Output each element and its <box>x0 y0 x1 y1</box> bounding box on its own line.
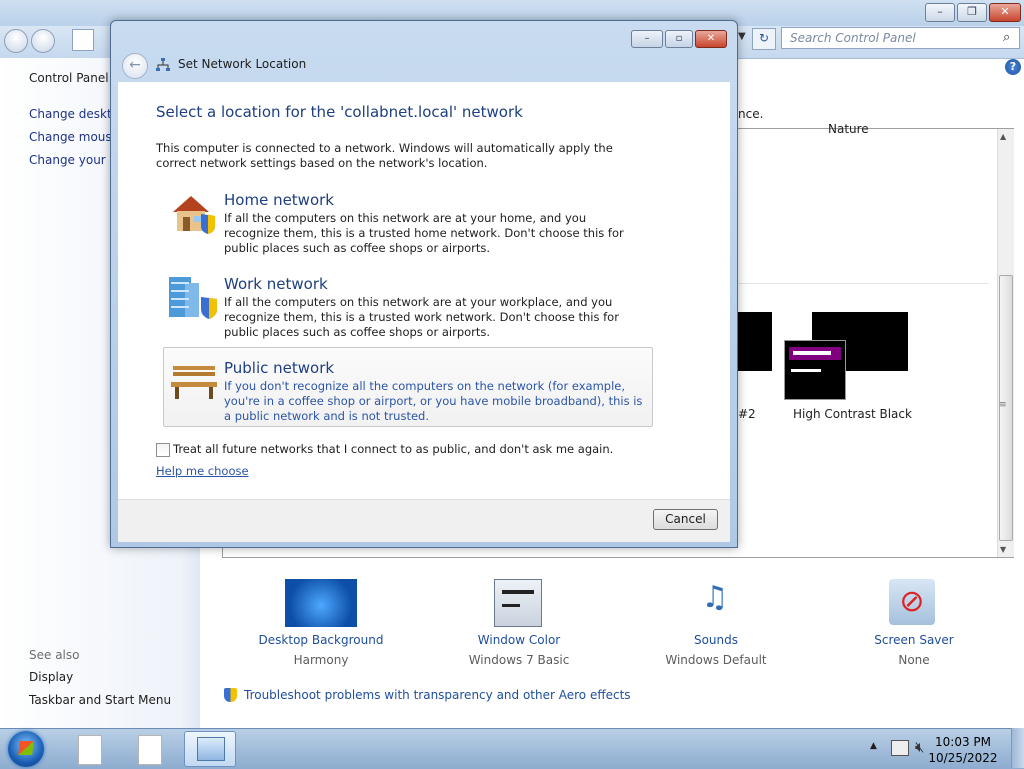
control-panel-icon <box>197 737 225 761</box>
refresh-icon[interactable]: ↻ <box>752 28 776 50</box>
window-color-preview <box>784 340 846 400</box>
title-bar-swatch <box>789 347 841 360</box>
start-button[interactable] <box>8 731 44 767</box>
cancel-button[interactable]: Cancel <box>653 509 718 530</box>
treat-as-public-checkbox[interactable] <box>156 443 170 457</box>
theme-label-2[interactable]: #2 <box>738 407 756 421</box>
divider <box>738 283 988 284</box>
forward-nav-button[interactable] <box>31 29 55 53</box>
scroll-down-icon[interactable]: ▼ <box>1000 545 1006 554</box>
work-network-icon <box>169 277 217 319</box>
theme-thumbnail-high-contrast-2[interactable] <box>738 312 772 371</box>
screen-saver-label[interactable]: Screen Saver <box>839 633 989 647</box>
help-me-choose-link[interactable]: Help me choose <box>156 464 249 478</box>
work-network-description[interactable]: If all the computers on this network are… <box>224 295 644 340</box>
bottom-item-sounds[interactable]: Sounds Windows Default <box>641 633 791 667</box>
screen-saver-icon[interactable]: ⊘ <box>889 579 935 625</box>
theme-label-high-contrast-black[interactable]: High Contrast Black <box>793 407 912 421</box>
sidebar-link-change-mouse[interactable]: Change mouse <box>29 130 119 144</box>
windows-logo-icon <box>18 741 34 755</box>
volume-icon[interactable]: 🔇︎ <box>915 738 924 756</box>
text-swatch <box>791 369 821 372</box>
window-color-icon[interactable] <box>494 579 542 627</box>
shield-icon <box>224 688 237 702</box>
home-network-title[interactable]: Home network <box>224 191 334 209</box>
home-network-icon <box>173 196 215 234</box>
show-desktop-button[interactable] <box>1011 728 1024 768</box>
scroll-up-icon[interactable]: ▲ <box>1000 132 1006 141</box>
theme-label-nature[interactable]: Nature <box>828 122 869 136</box>
address-monitor-icon <box>72 29 94 51</box>
bottom-item-desktop-background[interactable]: Desktop Background Harmony <box>246 633 396 667</box>
desktop-background-value: Harmony <box>293 653 349 667</box>
document-icon <box>78 735 102 765</box>
sounds-label[interactable]: Sounds <box>641 633 791 647</box>
dialog-back-button[interactable]: ← <box>122 53 148 79</box>
clock-time: 10:03 PM <box>935 735 991 749</box>
public-network-title[interactable]: Public network <box>224 359 334 377</box>
treat-as-public-label[interactable]: Treat all future networks that I connect… <box>173 442 613 456</box>
dialog-maximize-button[interactable]: ▫ <box>665 30 693 48</box>
sidebar-link-display[interactable]: Display <box>29 670 73 684</box>
partial-text: nce. <box>738 107 764 121</box>
public-network-description[interactable]: If you don't recognize all the computers… <box>224 379 644 424</box>
document-icon <box>138 735 162 765</box>
sidebar-link-control-panel-home[interactable]: Control Panel H <box>29 71 121 85</box>
troubleshoot-link[interactable]: Troubleshoot problems with transparency … <box>244 688 631 702</box>
network-icon[interactable] <box>891 740 909 756</box>
home-network-description[interactable]: If all the computers on this network are… <box>224 211 644 256</box>
desktop-background-label[interactable]: Desktop Background <box>246 633 396 647</box>
address-dropdown-icon[interactable]: ▼ <box>738 31 746 42</box>
work-network-title[interactable]: Work network <box>224 275 328 293</box>
taskbar-document-1[interactable] <box>64 731 116 767</box>
bottom-item-screen-saver[interactable]: Screen Saver None <box>839 633 989 667</box>
see-also-heading: See also <box>29 648 80 662</box>
sounds-icon[interactable]: ♫ <box>692 580 738 624</box>
dialog-heading: Select a location for the 'collabnet.loc… <box>156 103 523 121</box>
dialog-minimize-button[interactable]: – <box>631 30 663 48</box>
search-input[interactable]: Search Control Panel <box>781 27 1020 49</box>
network-location-icon <box>156 58 170 71</box>
dialog-footer <box>118 499 730 542</box>
public-network-icon <box>171 366 217 399</box>
dialog-intro: This computer is connected to a network.… <box>156 141 613 170</box>
help-icon[interactable]: ? <box>1005 59 1021 75</box>
clock-date: 10/25/2022 <box>928 751 998 765</box>
scroll-grip-icon: ≡ <box>999 400 1007 410</box>
bottom-item-window-color[interactable]: Window Color Windows 7 Basic <box>444 633 594 667</box>
back-nav-button[interactable] <box>4 29 28 53</box>
close-button[interactable]: ✕ <box>989 3 1021 22</box>
search-icon[interactable]: ⌕ <box>1003 30 1010 45</box>
taskbar-control-panel[interactable] <box>184 731 236 767</box>
taskbar-document-2[interactable] <box>124 731 176 767</box>
window-color-label[interactable]: Window Color <box>444 633 594 647</box>
sounds-value: Windows Default <box>665 653 767 667</box>
desktop-background-thumbnail[interactable] <box>285 579 357 627</box>
maximize-button[interactable]: ❐ <box>957 3 987 22</box>
dialog-title: Set Network Location <box>178 57 307 71</box>
search-placeholder: Search Control Panel <box>790 31 916 45</box>
minimize-button[interactable]: – <box>925 3 955 22</box>
show-hidden-icons[interactable]: ▲ <box>870 741 877 751</box>
screen-saver-value: None <box>898 653 930 667</box>
window-color-value: Windows 7 Basic <box>468 653 570 667</box>
dialog-close-button[interactable]: ✕ <box>695 30 727 48</box>
clock[interactable]: 10:03 PM 10/25/2022 <box>928 734 998 766</box>
sidebar-link-taskbar[interactable]: Taskbar and Start Menu <box>29 693 171 707</box>
